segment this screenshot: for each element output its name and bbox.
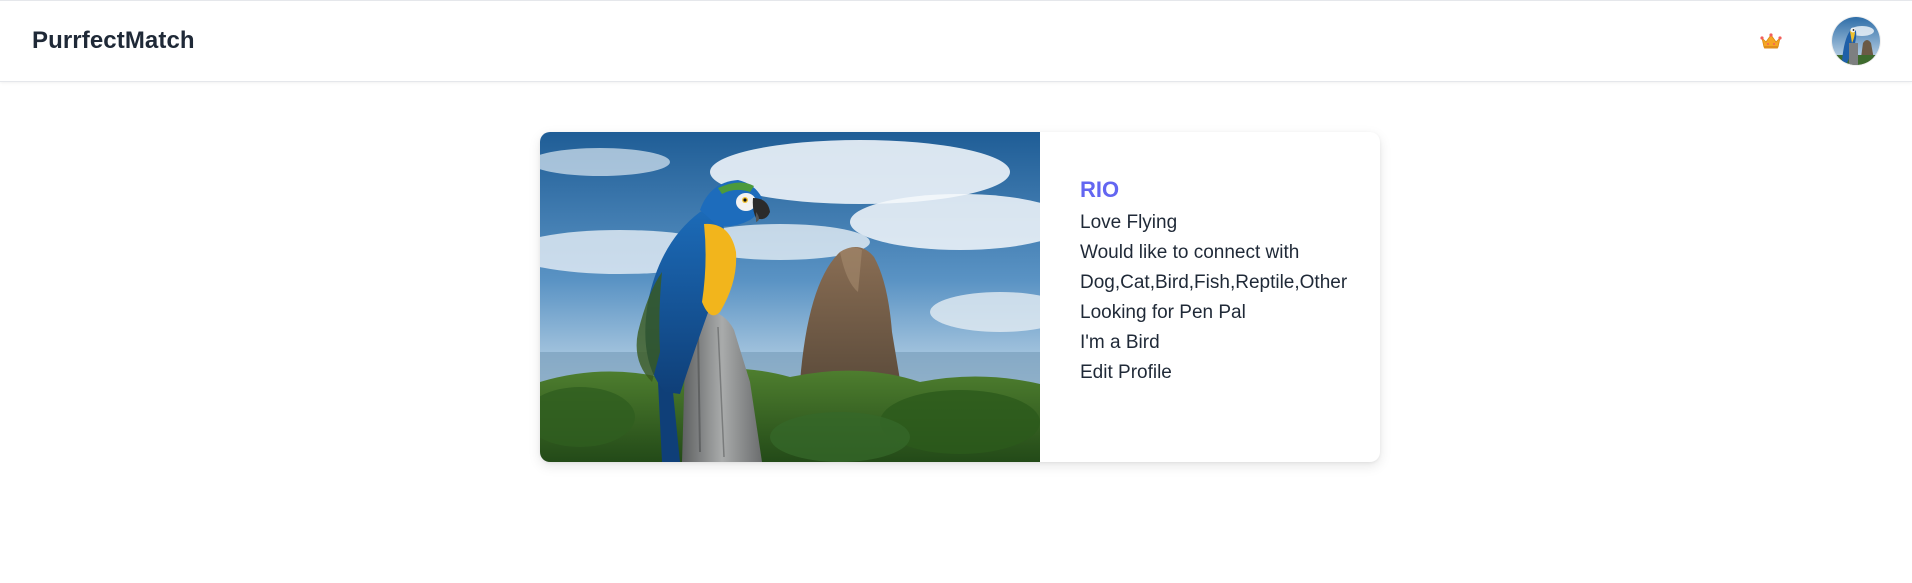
pet-bio: Love Flying <box>1080 212 1178 233</box>
top-navbar: PurrfectMatch <box>0 0 1912 82</box>
user-avatar[interactable] <box>1832 17 1880 65</box>
looking-for: Looking for Pen Pal <box>1080 302 1246 323</box>
edit-profile-link[interactable]: Edit Profile <box>1080 358 1347 388</box>
species: I'm a Bird <box>1080 332 1160 353</box>
parrot-photo <box>540 132 1040 462</box>
profile-details: RIO Love Flying Would like to connect wi… <box>1040 132 1347 462</box>
crown-icon[interactable] <box>1758 28 1784 54</box>
nav-actions <box>1758 17 1880 65</box>
brand-logo[interactable]: PurrfectMatch <box>32 27 195 55</box>
profile-card: RIO Love Flying Would like to connect wi… <box>540 132 1380 462</box>
pet-name: RIO <box>1080 177 1120 202</box>
connect-types: Dog,Cat,Bird,Fish,Reptile,Other <box>1080 272 1348 293</box>
connect-label: Would like to connect with <box>1080 242 1300 263</box>
